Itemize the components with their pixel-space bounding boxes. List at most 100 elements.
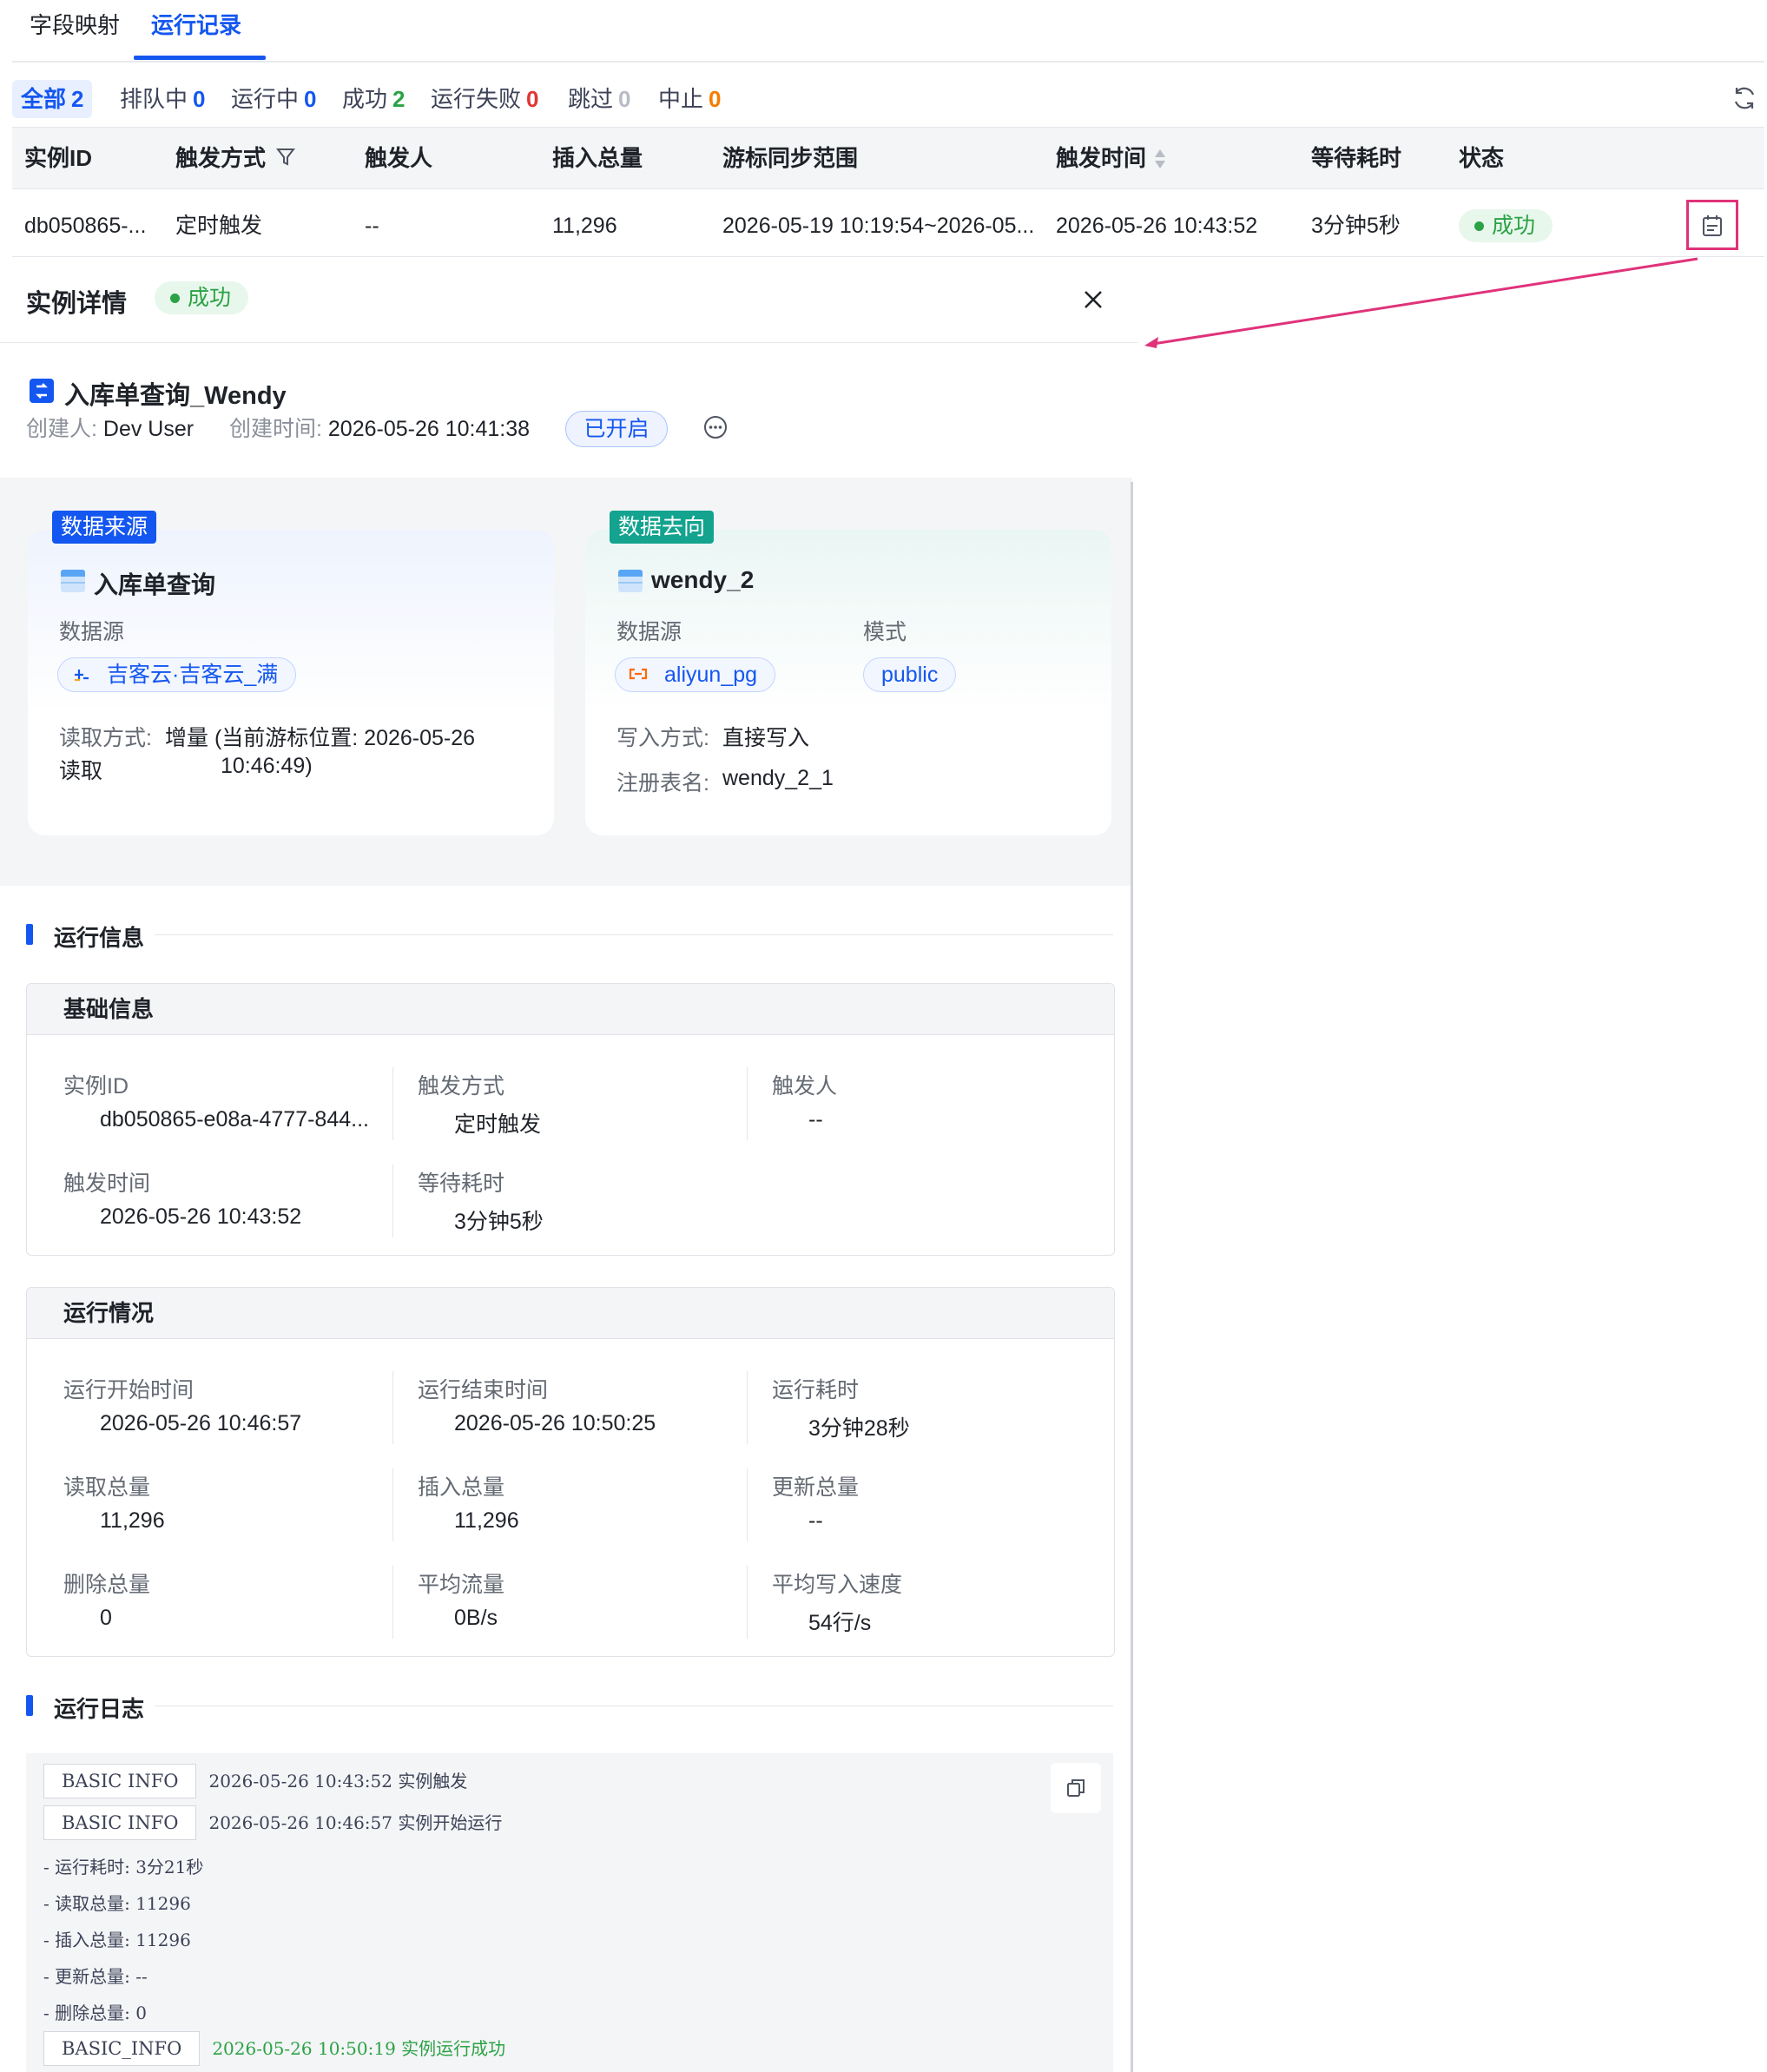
run-info-title: 运行信息 [54,925,145,951]
read-mode-value-cont: 10:46:49) [221,754,313,778]
info-field: 运行开始时间 2026-05-26 10:46:57 [63,1378,302,1435]
annotation-arrow [1144,257,1698,348]
write-mode-label: 写入方式: [616,726,709,750]
source-tag: 数据来源 [52,511,157,544]
read-mode-label: 读取方式: [59,726,152,750]
log-level: BASIC_INFO [43,2031,201,2066]
tab-run-records[interactable]: 运行记录 [151,0,241,61]
active-tab-indicator [134,56,266,60]
section-marker [26,1695,33,1716]
cell-triggerer: -- [365,214,379,238]
col-trigger-type: 触发方式 [175,145,267,171]
run-log: BASIC INFO 2026-05-26 10:43:52 实例触发 BASIC… [26,1753,1113,2072]
log-line: - 删除总量: 0 [43,2003,147,2023]
target-ds-label: 数据源 [616,620,682,644]
info-field: 触发方式 定时触发 [418,1074,542,1137]
filter-icon[interactable] [275,147,296,172]
filter-count: 0 [193,86,206,112]
read-mode-label-cont: 读取 [59,759,103,783]
created-label: 创建时间: [229,417,322,441]
cell-range: 2026-05-19 10:19:54~2026-05... [722,214,1035,238]
info-field: 等待耗时 3分钟5秒 [418,1171,544,1234]
info-field: 更新总量 -- [772,1475,860,1533]
filter-count: 0 [304,86,317,112]
filter-failed[interactable]: 运行失败 0 [422,80,547,118]
run-log-title: 运行日志 [54,1696,145,1722]
filter-running[interactable]: 运行中 0 [222,80,325,118]
data-flow-section: 入库单查询 数据源 吉客云·吉客云_满 读取方式: 读取 增量 (当前游标位置:… [0,478,1132,886]
table-name-value: wendy_2_1 [722,766,834,790]
detail-icon [1703,215,1722,236]
view-detail-button[interactable] [1686,200,1738,250]
log-line: BASIC INFO 2026-05-26 10:43:52 实例触发 [43,1764,467,1798]
info-field: 运行结束时间 2026-05-26 10:50:25 [418,1378,656,1435]
detail-title: 实例详情 [26,290,128,318]
info-field: 实例ID db050865-e08a-4777-844... [63,1074,369,1132]
info-field: 平均流量 0B/s [418,1573,505,1630]
refresh-icon[interactable] [1731,84,1758,112]
read-mode-value: 增量 (当前游标位置: 2026-05-26 [165,726,476,750]
filter-aborted[interactable]: 中止 0 [649,80,729,118]
close-icon[interactable] [1078,285,1108,314]
log-line: - 读取总量: 11296 [43,1893,191,1914]
info-field: 平均写入速度 54行/s [772,1573,903,1635]
detail-scrollbar[interactable] [1131,482,1133,2072]
info-field: 读取总量 11,296 [63,1475,165,1533]
filter-all[interactable]: 全部 2 [12,80,93,118]
copy-button[interactable] [1051,1763,1101,1813]
detail-status-badge: 成功 [155,281,249,314]
table-header: 实例ID 触发方式 触发人 插入总量 游标同步范围 触发时间 等待耗时 状态 [12,127,1764,189]
more-icon[interactable] [703,415,728,444]
filter-skipped[interactable]: 跳过 0 [559,80,639,118]
write-mode-value: 直接写入 [722,726,810,750]
run-status-title: 运行情况 [27,1288,1114,1339]
target-ds-pill[interactable]: aliyun_pg [615,657,776,692]
col-triggerer: 触发人 [365,145,433,171]
detail-header: 实例详情 成功 [0,257,1137,343]
source-ds-pill[interactable]: 吉客云·吉客云_满 [57,657,297,692]
col-instance-id: 实例ID [24,145,93,171]
cell-instance-id: db050865-... [24,214,147,238]
log-line: - 插入总量: 11296 [43,1930,191,1950]
source-ds-label: 数据源 [59,620,125,644]
copy-icon [1067,1779,1085,1797]
log-line: - 运行耗时: 3分21秒 [43,1857,204,1877]
target-tag: 数据去向 [610,511,715,544]
filter-queued[interactable]: 排队中 0 [111,80,214,118]
col-inserted: 插入总量 [552,145,643,171]
info-field: 触发时间 2026-05-26 10:43:52 [63,1171,302,1229]
filter-count: 0 [526,86,539,112]
info-field: 运行耗时 3分钟28秒 [772,1378,910,1441]
log-level: BASIC INFO [43,1764,197,1798]
task-name: 入库单查询_Wendy [64,382,287,410]
tab-field-mapping[interactable]: 字段映射 [30,0,120,61]
target-mode-label: 模式 [863,620,907,644]
aliyun-icon [629,668,648,680]
tab-bar: 字段映射 运行记录 [12,0,1764,63]
info-field: 删除总量 0 [63,1573,151,1630]
basic-info-title: 基础信息 [27,984,1114,1035]
info-field: 触发人 -- [772,1074,838,1132]
target-card: wendy_2 数据源 模式 aliyun_pg public 写入方式: 直接… [585,530,1111,835]
log-line: - 更新总量: -- [43,1966,148,1987]
target-mode-pill: public [863,657,957,692]
status-badge: 成功 [1459,209,1553,242]
section-marker [26,924,33,945]
log-line: BASIC_INFO 2026-05-26 10:50:19 实例运行成功 [43,2031,505,2066]
creator-value: Dev User [102,417,195,441]
created-value: 2026-05-26 10:41:38 [327,417,531,441]
target-name: wendy_2 [651,566,755,593]
source-card: 入库单查询 数据源 吉客云·吉客云_满 读取方式: 读取 增量 (当前游标位置:… [28,530,554,835]
col-status: 状态 [1459,145,1505,171]
sort-icon[interactable] [1153,148,1167,175]
filter-count: 0 [709,86,722,112]
log-line: BASIC INFO 2026-05-26 10:46:57 实例开始运行 [43,1805,502,1840]
log-level: BASIC INFO [43,1805,197,1840]
table-row[interactable]: db050865-... 定时触发 -- 11,296 2026-05-19 1… [12,188,1764,257]
enabled-badge: 已开启 [565,411,668,447]
cell-inserted: 11,296 [552,214,617,238]
filter-success[interactable]: 成功 2 [333,80,413,118]
filter-count: 0 [618,86,631,112]
basic-info-box: 基础信息 实例ID db050865-e08a-4777-844... 触发方式定… [26,983,1115,1256]
filter-count: 2 [392,86,405,112]
